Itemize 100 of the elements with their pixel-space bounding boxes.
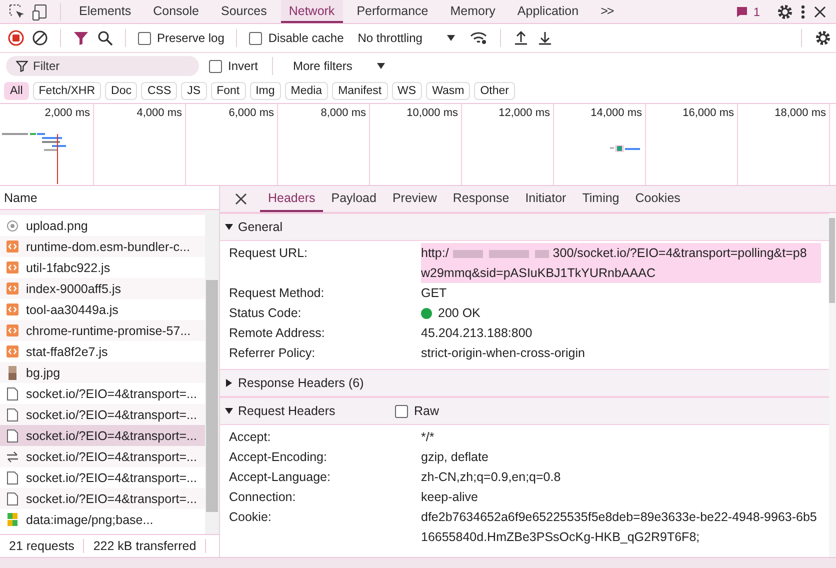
settings-icon[interactable] <box>814 29 832 47</box>
type-filter-chip[interactable]: Manifest <box>332 82 388 100</box>
header-key: Request Method: <box>220 283 421 303</box>
request-name: socket.io/?EIO=4&transport=... <box>26 428 197 442</box>
panel-tab[interactable]: Elements <box>71 0 140 23</box>
image-thumbnail-icon <box>6 366 19 380</box>
more-filters-dropdown[interactable]: More filters <box>287 59 392 73</box>
panel-tab[interactable]: Performance <box>348 0 436 23</box>
header-value: */* <box>421 429 436 446</box>
caret-icon <box>446 34 456 42</box>
waterfall-drawing <box>610 145 640 153</box>
header-value: gzip, deflate <box>421 449 490 466</box>
type-filter-chip[interactable]: Other <box>474 82 515 100</box>
time-tick-label: 10,000 ms <box>406 107 458 119</box>
throttling-select[interactable]: No throttling <box>352 31 462 45</box>
request-row[interactable]: upload.png <box>0 215 205 236</box>
type-filter-chip[interactable]: Media <box>284 82 328 100</box>
type-filter-chip[interactable]: CSS <box>141 82 178 100</box>
invert-checkbox[interactable] <box>209 60 222 72</box>
detail-tab[interactable]: Cookies <box>627 186 688 212</box>
column-header[interactable]: Name <box>4 190 38 204</box>
disable-cache-checkbox[interactable] <box>249 32 262 44</box>
detail-tab[interactable]: Preview <box>384 186 445 212</box>
request-row[interactable]: socket.io/?EIO=4&transport=... <box>0 467 205 488</box>
request-name: data:image/png;base... <box>26 512 154 526</box>
time-tick-label: 16,000 ms <box>682 107 734 119</box>
type-filter-chip[interactable]: Fetch/XHR <box>32 82 102 100</box>
type-filter-chip[interactable]: JS <box>181 82 207 100</box>
scrollbar[interactable] <box>205 210 219 534</box>
request-name: upload.png <box>26 218 88 232</box>
panel-tab[interactable]: Memory <box>442 0 504 23</box>
clear-icon[interactable] <box>32 30 48 46</box>
request-row[interactable]: tool-aa30449a.js <box>0 299 205 320</box>
filter-icon[interactable] <box>73 30 89 46</box>
wifi-settings-icon[interactable] <box>470 30 488 46</box>
request-name: runtime-dom.esm-bundler-c... <box>26 240 190 254</box>
upload-icon[interactable] <box>513 30 530 46</box>
request-row[interactable]: data:image/png;base... <box>0 509 205 530</box>
request-row[interactable]: bg.jpg <box>0 362 205 383</box>
detail-tab[interactable]: Payload <box>323 186 384 212</box>
close-icon[interactable] <box>812 4 828 20</box>
detail-tab[interactable]: Timing <box>574 186 628 212</box>
section-header[interactable]: Request Headers <box>225 404 395 418</box>
request-row[interactable]: socket.io/?EIO=4&transport=... <box>0 383 205 404</box>
detail-tab[interactable]: Response <box>444 186 518 212</box>
checkbox-label: Preserve log <box>157 31 224 45</box>
section-header[interactable]: General <box>220 213 829 241</box>
type-filter-chip[interactable]: All <box>4 82 29 100</box>
type-filter-chip[interactable]: Img <box>250 82 281 100</box>
request-row[interactable]: runtime-dom.esm-bundler-c... <box>0 236 205 257</box>
header-value: strict-origin-when-cross-origin <box>421 345 585 362</box>
panel-tab[interactable]: Application <box>509 0 587 23</box>
time-tick-label: 12,000 ms <box>498 107 550 119</box>
detail-tab[interactable]: Initiator <box>517 186 574 212</box>
inspect-icon[interactable] <box>8 2 26 20</box>
time-tick-label: 14,000 ms <box>590 107 642 119</box>
header-key: Accept-Language: <box>220 467 421 487</box>
message-icon <box>736 6 748 18</box>
raw-checkbox[interactable] <box>395 404 408 418</box>
request-row[interactable]: socket.io/?EIO=4&transport=... <box>0 404 205 425</box>
request-row[interactable]: socket.io/?EIO=4&transport=... <box>0 425 205 446</box>
time-tick-label: 6,000 ms <box>228 107 274 119</box>
request-name: util-1fabc922.js <box>26 260 110 274</box>
section-header[interactable]: Response Headers (6) <box>220 369 829 397</box>
header-key: Cookie: <box>220 507 421 527</box>
issues-button[interactable]: 1 <box>736 4 760 18</box>
request-row[interactable]: socket.io/?EIO=4&transport=... <box>0 488 205 509</box>
panel-tab[interactable]: Sources <box>212 0 275 23</box>
more-tabs-button[interactable]: >> <box>592 0 622 23</box>
script-file-icon <box>6 303 19 316</box>
settings-icon[interactable] <box>776 2 794 20</box>
request-name: socket.io/?EIO=4&transport=... <box>26 470 197 484</box>
type-filter-chip[interactable]: WS <box>392 82 422 100</box>
script-file-icon <box>6 282 19 295</box>
type-filter-chip[interactable]: Font <box>210 82 246 100</box>
checkbox-label: Disable cache <box>268 31 344 45</box>
scrollbar[interactable] <box>829 213 836 557</box>
request-name: socket.io/?EIO=4&transport=... <box>26 492 197 506</box>
request-row[interactable]: stat-ffa8f2e7.js <box>0 341 205 362</box>
download-icon[interactable] <box>537 30 554 46</box>
search-icon[interactable] <box>97 30 113 46</box>
request-row[interactable]: index-9000aff5.js <box>0 278 205 299</box>
document-icon <box>6 428 19 442</box>
header-value: 45.204.213.188:800 <box>421 325 532 342</box>
filter-field[interactable]: Filter <box>6 56 199 76</box>
request-row[interactable]: util-1fabc922.js <box>0 257 205 278</box>
record-icon[interactable] <box>8 30 24 46</box>
panel-tab[interactable]: Console <box>145 0 207 23</box>
disclosure-triangle-icon <box>225 407 233 415</box>
panel-tab[interactable]: Network <box>280 0 343 23</box>
type-filter-chip[interactable]: Wasm <box>426 82 470 100</box>
more-options-icon[interactable] <box>800 2 806 20</box>
summary-text: 222 kB transferred <box>84 539 206 553</box>
document-icon <box>6 408 19 422</box>
request-name: chrome-runtime-promise-57... <box>26 324 191 338</box>
close-icon[interactable] <box>234 192 248 206</box>
request-row[interactable]: socket.io/?EIO=4&transport=... <box>0 446 205 467</box>
request-row[interactable]: chrome-runtime-promise-57... <box>0 320 205 341</box>
preserve-log-checkbox[interactable] <box>138 32 151 44</box>
type-filter-chip[interactable]: Doc <box>105 82 138 100</box>
